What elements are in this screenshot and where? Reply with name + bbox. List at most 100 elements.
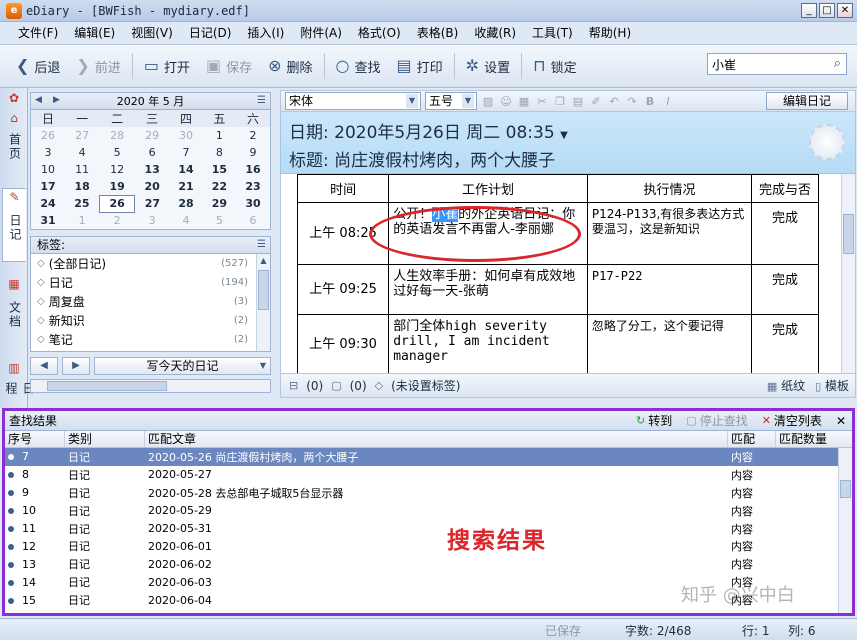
calendar-day[interactable]: 5 (203, 212, 236, 229)
search-input[interactable] (708, 55, 818, 73)
calendar-day[interactable]: 16 (236, 161, 270, 178)
clear-list-button[interactable]: ✕ 清空列表 (762, 412, 822, 429)
italic-icon[interactable]: I (661, 95, 675, 108)
close-button[interactable]: ✕ (837, 3, 853, 18)
menu-diary[interactable]: 日记(D) (181, 24, 240, 41)
font-size-select[interactable]: 五号 ▼ (425, 92, 477, 110)
calendar-day[interactable]: 26 (98, 194, 136, 213)
col-match-count[interactable]: 匹配数量 (776, 431, 850, 447)
print-button[interactable]: ▤ 打印 (389, 52, 451, 80)
calendar-day[interactable]: 7 (169, 144, 202, 161)
image-icon[interactable]: ▨ (481, 95, 495, 108)
calendar-day[interactable]: 10 (31, 161, 65, 178)
calendar-day[interactable]: 6 (135, 144, 169, 161)
horizontal-scrollbar[interactable] (30, 378, 271, 393)
result-row[interactable]: 10日记2020-05-29内容1 (5, 502, 852, 520)
calendar-day[interactable]: 11 (65, 161, 99, 178)
col-article[interactable]: 匹配文章 (145, 431, 728, 447)
smiley-icon[interactable]: ☺ (499, 95, 513, 108)
scroll-thumb[interactable] (843, 214, 854, 254)
calendar-day[interactable]: 29 (203, 195, 236, 212)
calendar-day[interactable]: 5 (99, 144, 135, 161)
calendar-day[interactable]: 12 (99, 161, 135, 178)
undo-icon[interactable]: ↶ (607, 95, 621, 108)
tag-status[interactable]: (未设置标签) (391, 377, 460, 394)
results-scrollbar[interactable] (838, 448, 852, 613)
paste-icon[interactable]: ▤ (571, 95, 585, 108)
tag-item[interactable]: ◇ 日记 (194) (31, 273, 270, 292)
comment-icon[interactable]: ▢ (331, 379, 341, 392)
brush-icon[interactable]: ✐ (589, 95, 603, 108)
result-row[interactable]: 11日记2020-05-31内容1 (5, 520, 852, 538)
menu-favorites[interactable]: 收藏(R) (466, 24, 524, 41)
calendar-day[interactable]: 1 (65, 212, 99, 229)
calendar-day[interactable]: 9 (236, 144, 270, 161)
result-row[interactable]: 8日记2020-05-27内容1 (5, 466, 852, 484)
write-today-button[interactable]: 写今天的日记 ▼ (94, 356, 271, 375)
calendar-day[interactable]: 13 (135, 161, 169, 178)
calendar-day[interactable]: 20 (135, 178, 169, 195)
result-row[interactable]: 7日记2020-05-26 尚庄渡假村烤肉，两个大腰子内容1 (5, 448, 852, 466)
calendar-day[interactable]: 21 (169, 178, 202, 195)
result-row[interactable]: 13日记2020-06-02内容2 (5, 555, 852, 573)
calendar-day[interactable]: 28 (99, 127, 135, 144)
delete-button[interactable]: ⊗ 删除 (260, 52, 320, 80)
open-button[interactable]: ▭ 打开 (136, 52, 198, 80)
menu-icon[interactable]: ☰ (257, 95, 266, 106)
next-month-icon[interactable]: ▶ (53, 95, 60, 105)
calendar-day[interactable]: 3 (31, 144, 65, 161)
tag-item[interactable]: ◇ 新知识 (2) (31, 311, 270, 330)
calendar-day[interactable]: 6 (236, 212, 270, 229)
tab-home[interactable]: ✿ (2, 90, 26, 109)
edit-diary-button[interactable]: 编辑日记 (765, 92, 848, 110)
tag-item[interactable]: ◇ 周复盘 (3) (31, 292, 270, 311)
paper-texture-button[interactable]: ▦ 纸纹 (767, 377, 805, 394)
calendar-day[interactable]: 2 (236, 127, 270, 144)
tab-diary[interactable]: ✎ 日记 (2, 188, 26, 262)
col-category[interactable]: 类别 (65, 431, 145, 447)
template-button[interactable]: ▯ 模板 (815, 377, 849, 394)
menu-tools[interactable]: 工具(T) (524, 24, 581, 41)
editor-scrollbar[interactable] (841, 174, 855, 373)
prev-day-button[interactable]: ◀ (30, 356, 58, 375)
col-number[interactable]: 序号 (5, 431, 65, 447)
calendar-day[interactable]: 2 (99, 212, 135, 229)
calendar-day[interactable]: 18 (65, 178, 99, 195)
stop-search-button[interactable]: ▢ 停止查找 (686, 412, 747, 429)
goto-button[interactable]: ↻ 转到 (636, 412, 672, 429)
calendar-day[interactable]: 19 (99, 178, 135, 195)
result-row[interactable]: 9日记2020-05-28 去总部电子城取5台显示器内容2 (5, 484, 852, 502)
settings-button[interactable]: ✲ 设置 (458, 52, 518, 80)
find-button[interactable]: ○ 查找 (328, 52, 389, 80)
menu-file[interactable]: 文件(F) (10, 24, 66, 41)
search-icon[interactable]: ⌕ (834, 56, 841, 71)
tag-icon[interactable]: ◇ (375, 379, 383, 392)
tab-documents[interactable]: ▦ 文档 (2, 276, 26, 346)
tab-home-label[interactable]: ⌂ 首页 (2, 110, 26, 172)
calendar-day[interactable]: 29 (135, 127, 169, 144)
calendar-day[interactable]: 28 (169, 195, 202, 212)
calendar-day[interactable]: 30 (169, 127, 202, 144)
close-panel-icon[interactable]: ✕ (836, 414, 846, 428)
calendar-day[interactable]: 4 (65, 144, 99, 161)
calendar-day[interactable]: 27 (135, 195, 169, 212)
menu-insert[interactable]: 插入(I) (239, 24, 292, 41)
scroll-up-icon[interactable]: ▲ (257, 254, 270, 268)
menu-help[interactable]: 帮助(H) (581, 24, 639, 41)
scroll-thumb[interactable] (47, 380, 167, 391)
copy-icon[interactable]: ❐ (553, 95, 567, 108)
save-button[interactable]: ▣ 保存 (198, 52, 260, 80)
calendar-day[interactable]: 27 (65, 127, 99, 144)
menu-format[interactable]: 格式(O) (350, 24, 409, 41)
minimize-button[interactable]: _ (801, 3, 817, 18)
menu-view[interactable]: 视图(V) (123, 24, 181, 41)
calendar-day[interactable]: 30 (236, 195, 270, 212)
attachment-icon[interactable]: ⊟ (289, 379, 298, 392)
result-row[interactable]: 12日记2020-06-01内容2 (5, 537, 852, 555)
calendar-day[interactable]: 22 (203, 178, 236, 195)
diary-date[interactable]: 日期: 2020年5月26日 周二 08:35 ▼ (289, 118, 568, 143)
calendar-day[interactable]: 25 (65, 195, 99, 212)
bold-icon[interactable]: B (643, 95, 657, 108)
cut-icon[interactable]: ✂ (535, 95, 549, 108)
menu-table[interactable]: 表格(B) (409, 24, 467, 41)
